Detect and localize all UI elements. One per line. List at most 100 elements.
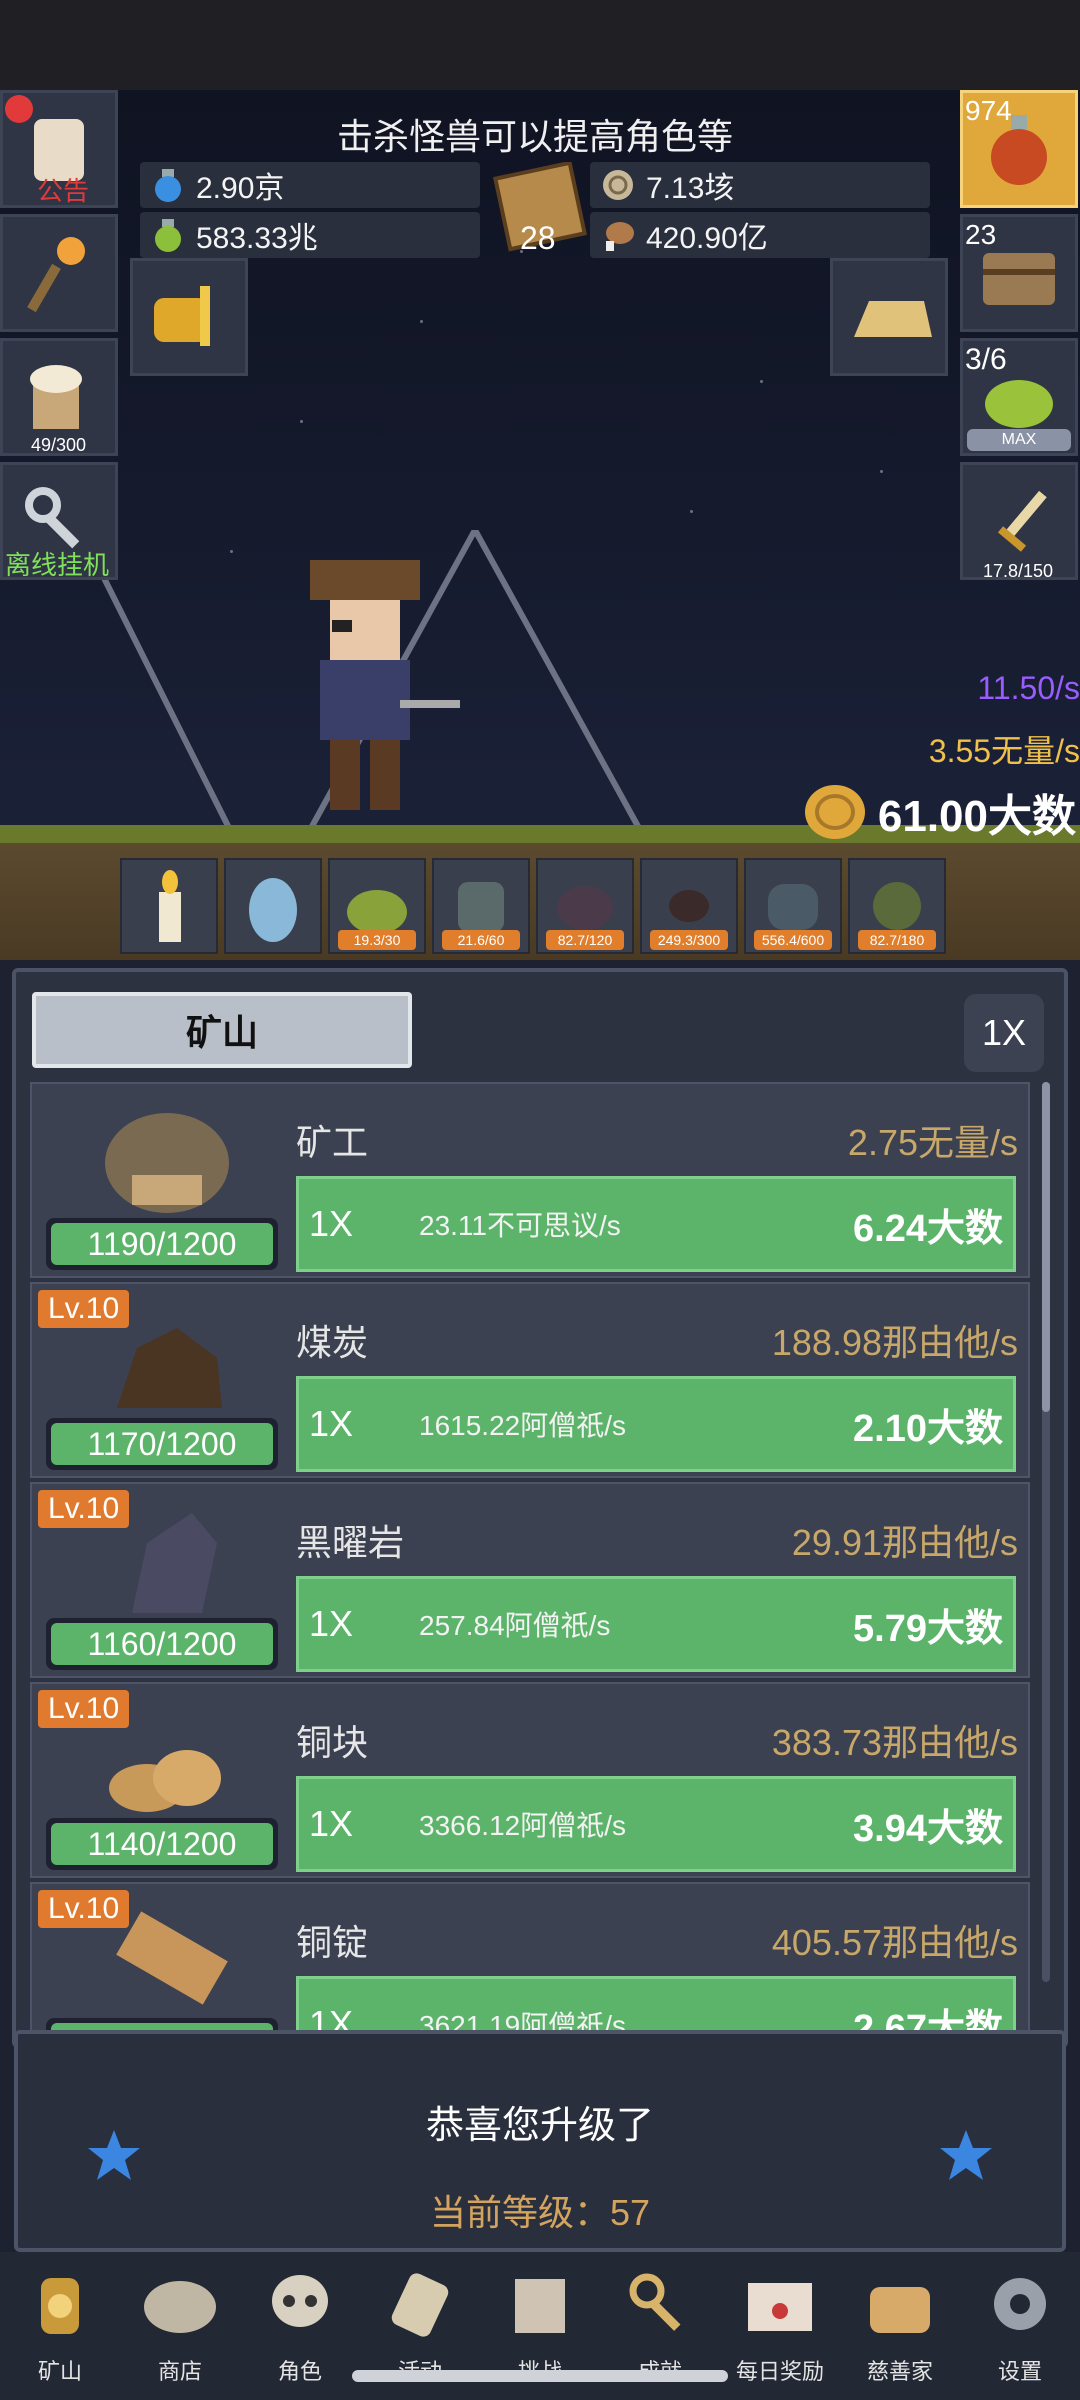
ore-rate: 2.75无量/s xyxy=(847,1122,1018,1163)
resource-value: 583.33兆 xyxy=(196,222,318,255)
hero-character[interactable] xyxy=(260,550,460,830)
level-badge: Lv.10 xyxy=(38,1290,130,1328)
capacity-bar: 1190/1200 xyxy=(46,1218,278,1270)
monster-goblin[interactable]: 82.7/180 xyxy=(848,858,946,954)
ore-name: 铜锭 xyxy=(296,1922,369,1963)
upgrade-value: 3.94大数 xyxy=(853,1807,1003,1850)
notification-dot xyxy=(5,95,33,123)
notice-label: 公告 xyxy=(37,176,90,206)
egg-icon xyxy=(249,878,297,942)
nav-settings[interactable]: 设置 xyxy=(960,2252,1080,2400)
tab-mine[interactable]: 矿山 xyxy=(32,992,412,1068)
torch-icon xyxy=(27,237,85,313)
monster-count: 556.4/600 xyxy=(754,930,832,950)
zombie-icon xyxy=(458,882,504,932)
slime-count: 3/6 xyxy=(965,343,1007,376)
nav-label: 设置 xyxy=(997,2359,1042,2384)
toast-title: 恭喜您升级了 xyxy=(425,2105,654,2147)
food-button[interactable]: 49/300 xyxy=(0,338,118,456)
offline-idle-button[interactable]: 离线挂机 xyxy=(0,462,118,580)
candle-icon xyxy=(159,870,181,942)
upgrade-button[interactable]: 1X 257.84阿僧祇/s 5.79大数 xyxy=(296,1576,1016,1672)
level-badge: Lv.10 xyxy=(38,1490,130,1528)
nav-character[interactable]: 角色 xyxy=(240,2252,360,2400)
upgrade-cost: 257.84阿僧祇/s xyxy=(419,1610,611,1641)
star-dot xyxy=(880,470,883,473)
skull-icon xyxy=(254,2258,346,2350)
coin-total: 61.00大数 xyxy=(802,780,1076,844)
monster-zombie[interactable]: 21.6/60 xyxy=(432,858,530,954)
monster-egg[interactable] xyxy=(224,858,322,954)
ore-rate: 188.98那由他/s xyxy=(771,1322,1018,1363)
spider-icon xyxy=(669,890,709,922)
ore-name: 铜块 xyxy=(296,1722,369,1763)
star-dot xyxy=(690,510,693,513)
level-up-toast[interactable]: 恭喜您升级了 当前等级：57 xyxy=(14,2030,1066,2252)
star-dot xyxy=(300,420,303,423)
notice-button[interactable]: 公告 xyxy=(0,90,118,208)
sword-count: 17.8/150 xyxy=(983,561,1054,581)
upgrade-button[interactable]: 1X 3366.12阿僧祇/s 3.94大数 xyxy=(296,1776,1016,1872)
blue-potion-icon xyxy=(148,165,188,205)
lantern-icon xyxy=(14,2258,106,2350)
nav-label: 角色 xyxy=(277,2359,322,2384)
upgrade-button[interactable]: 1X 1615.22阿僧祇/s 2.10大数 xyxy=(296,1376,1016,1472)
capacity-fill: 1140/1200 xyxy=(51,1823,273,1865)
monster-spider[interactable]: 249.3/300 xyxy=(640,858,738,954)
gold-bar-button[interactable] xyxy=(830,258,948,376)
multiplier-button[interactable]: 1X xyxy=(964,994,1044,1072)
nav-label: 每日奖励 xyxy=(735,2359,824,2384)
ore-row-miner: 1190/1200 矿工 2.75无量/s 1X 23.11不可思议/s 6.2… xyxy=(30,1082,1030,1278)
ore-row-copper-ingot: Lv.10 铜锭 405.57那由他/s 1X 3621.19阿僧祇/s 2.6… xyxy=(30,1882,1030,2044)
golden-key-icon xyxy=(154,286,210,346)
ore-row-copper-chunk: Lv.10 1140/1200 铜块 383.73那由他/s 1X 3366.1… xyxy=(30,1682,1030,1878)
meat-icon xyxy=(598,215,638,255)
potion-button[interactable]: 974 xyxy=(960,90,1078,208)
scrollbar-thumb[interactable] xyxy=(1042,1082,1050,1412)
scroll-icon xyxy=(374,2258,466,2350)
goblin-icon xyxy=(873,882,921,930)
resource-value: 420.90亿 xyxy=(646,222,768,255)
upgrade-button[interactable]: 1X 23.11不可思议/s 6.24大数 xyxy=(296,1176,1016,1272)
capacity-bar: 1140/1200 xyxy=(46,1818,278,1870)
rate-purple: 11.50/s xyxy=(977,670,1080,706)
monster-candle[interactable] xyxy=(120,858,218,954)
upgrade-value: 2.10大数 xyxy=(853,1407,1003,1450)
chest-count: 23 xyxy=(965,219,997,250)
capacity-bar: 1170/1200 xyxy=(46,1418,278,1470)
quest-book[interactable]: 28 xyxy=(490,160,590,258)
ore-row-coal: Lv.10 1170/1200 煤炭 188.98那由他/s 1X 1615.2… xyxy=(30,1282,1030,1478)
coin-icon xyxy=(804,785,865,839)
nav-shop[interactable]: 商店 xyxy=(120,2252,240,2400)
ore-rate: 383.73那由他/s xyxy=(771,1722,1018,1763)
coin-total-value: 61.00大数 xyxy=(877,792,1076,841)
nav-mine[interactable]: 矿山 xyxy=(0,2252,120,2400)
locked-chest-button[interactable] xyxy=(130,258,248,376)
monster-bat[interactable]: 82.7/120 xyxy=(536,858,634,954)
monster-ghost[interactable]: 556.4/600 xyxy=(744,858,842,954)
sword-icon xyxy=(997,490,1047,552)
upgrade-multiplier: 1X xyxy=(309,1403,354,1444)
resource-value: 2.90京 xyxy=(196,172,285,205)
capacity-fill: 1160/1200 xyxy=(51,1623,273,1665)
sword-button[interactable]: 17.8/150 xyxy=(960,462,1078,581)
bat-icon xyxy=(557,886,613,930)
offline-label: 离线挂机 xyxy=(5,550,110,580)
nav-daily-reward[interactable]: 每日奖励 xyxy=(720,2252,840,2400)
monster-count: 82.7/180 xyxy=(858,930,936,950)
home-indicator[interactable] xyxy=(352,2370,728,2382)
bread-icon xyxy=(854,2258,946,2350)
slime-button[interactable]: 3/6 MAX xyxy=(960,338,1078,456)
resource-blue-potion: 2.90京 xyxy=(140,162,480,208)
upgrade-cost: 23.11不可思议/s xyxy=(419,1210,621,1241)
monster-bar: 19.3/30 21.6/60 82.7/120 249.3/300 556.4… xyxy=(120,858,960,954)
torch-button[interactable] xyxy=(0,214,118,332)
nav-philanthropist[interactable]: 慈善家 xyxy=(840,2252,960,2400)
toast-level: 当前等级：57 xyxy=(429,2192,651,2233)
monster-count: 249.3/300 xyxy=(650,930,728,950)
chest-button[interactable]: 23 xyxy=(960,214,1078,332)
monster-slime[interactable]: 19.3/30 xyxy=(328,858,426,954)
scrollbar[interactable] xyxy=(1042,1082,1050,1982)
resource-meat: 420.90亿 xyxy=(590,212,930,258)
miner-helmet-icon xyxy=(72,1098,262,1228)
